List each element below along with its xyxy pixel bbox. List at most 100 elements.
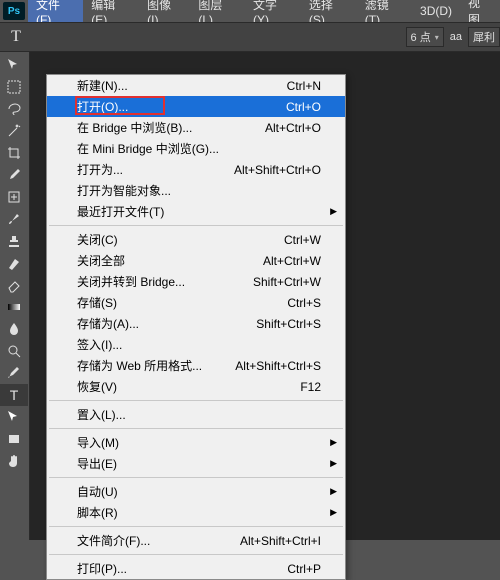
menubar: Ps 文件(F)编辑(E)图像(I)图层(L)文字(Y)选择(S)滤镜(T)3D…: [0, 0, 500, 22]
crop-tool[interactable]: [0, 142, 28, 164]
brush-tool[interactable]: [0, 208, 28, 230]
menu-item[interactable]: 签入(I)...: [47, 334, 345, 355]
menu-dd[interactable]: 3D(D): [412, 0, 460, 22]
submenu-arrow-icon: ▶: [330, 458, 337, 469]
menu-f[interactable]: 文件(F): [28, 0, 83, 22]
menu-shortcut: Ctrl+W: [284, 233, 321, 247]
menu-shortcut: Shift+Ctrl+W: [253, 275, 321, 289]
rect-tool[interactable]: [0, 428, 28, 450]
menu-item-label: 存储(S): [77, 294, 287, 311]
menu-item-label: 打印(P)...: [77, 560, 287, 577]
menu-item-label: 脚本(R): [77, 504, 321, 521]
menu-item-label: 关闭(C): [77, 231, 284, 248]
menu-shortcut: Alt+Ctrl+O: [265, 121, 321, 135]
submenu-arrow-icon: ▶: [330, 437, 337, 448]
stamp-tool[interactable]: [0, 230, 28, 252]
menu-item[interactable]: 关闭全部Alt+Ctrl+W: [47, 250, 345, 271]
menu-item[interactable]: 置入(L)...: [47, 404, 345, 425]
antialias-dropdown[interactable]: 犀利: [468, 27, 500, 47]
eyedrop-tool[interactable]: [0, 164, 28, 186]
menu-item[interactable]: 最近打开文件(T)▶: [47, 201, 345, 222]
menu-item-label: 自动(U): [77, 483, 321, 500]
menu-separator: [49, 400, 343, 401]
menu-item[interactable]: 脚本(R) ▶: [47, 502, 345, 523]
hand-tool[interactable]: [0, 450, 28, 472]
heal-tool[interactable]: [0, 186, 28, 208]
menu-item-label: 存储为(A)...: [77, 315, 256, 332]
menu-item[interactable]: 在 Mini Bridge 中浏览(G)...: [47, 138, 345, 159]
menu-item-label: 关闭并转到 Bridge...: [77, 273, 253, 290]
menu-shortcut: Ctrl+N: [287, 79, 321, 93]
menu-shortcut: Ctrl+O: [286, 100, 321, 114]
menu-item-label: 文件简介(F)...: [77, 532, 240, 549]
app-logo: Ps: [0, 0, 28, 22]
menu-item[interactable]: 关闭并转到 Bridge...Shift+Ctrl+W: [47, 271, 345, 292]
file-menu-dropdown: 新建(N)...Ctrl+N打开(O)...Ctrl+O在 Bridge 中浏览…: [46, 74, 346, 580]
menu-shortcut: Alt+Shift+Ctrl+S: [235, 359, 321, 373]
menu-s[interactable]: 选择(S): [301, 0, 357, 22]
menu-item[interactable]: 存储为(A)...Shift+Ctrl+S: [47, 313, 345, 334]
menu-item[interactable]: 存储(S)Ctrl+S: [47, 292, 345, 313]
menu-item-label: 恢复(V): [77, 378, 300, 395]
options-bar: T 6 点 ▾ aa 犀利: [0, 22, 500, 52]
menu-item[interactable]: 关闭(C)Ctrl+W: [47, 229, 345, 250]
menu-item[interactable]: 存储为 Web 所用格式...Alt+Shift+Ctrl+S: [47, 355, 345, 376]
menu-t[interactable]: 滤镜(T): [357, 0, 412, 22]
menu-separator: [49, 428, 343, 429]
menu-item[interactable]: 新建(N)...Ctrl+N: [47, 75, 345, 96]
menu-item-label: 在 Bridge 中浏览(B)...: [77, 119, 265, 136]
lasso-tool[interactable]: [0, 98, 28, 120]
menu-item[interactable]: 打开(O)...Ctrl+O: [47, 96, 345, 117]
menu-shortcut: Alt+Ctrl+W: [263, 254, 321, 268]
type-tool-icon: T: [4, 25, 28, 49]
menu-shortcut: Shift+Ctrl+S: [256, 317, 321, 331]
menu-separator: [49, 477, 343, 478]
submenu-arrow-icon: ▶: [330, 507, 337, 518]
menu-item-label: 最近打开文件(T): [77, 203, 321, 220]
menu-e[interactable]: 编辑(E): [83, 0, 139, 22]
menu-[interactable]: 视图: [460, 0, 500, 22]
blur-tool[interactable]: [0, 318, 28, 340]
menu-item[interactable]: 导出(E) ▶: [47, 453, 345, 474]
menu-separator: [49, 225, 343, 226]
menu-i[interactable]: 图像(I): [139, 0, 190, 22]
menu-item[interactable]: 文件简介(F)...Alt+Shift+Ctrl+I: [47, 530, 345, 551]
menu-item-label: 置入(L)...: [77, 406, 321, 423]
menu-y[interactable]: 文字(Y): [245, 0, 301, 22]
menu-item-label: 打开(O)...: [77, 98, 286, 115]
menu-shortcut: Ctrl+S: [287, 296, 321, 310]
dodge-tool[interactable]: [0, 340, 28, 362]
menu-item-label: 签入(I)...: [77, 336, 321, 353]
chevron-down-icon: ▾: [435, 33, 439, 42]
submenu-arrow-icon: ▶: [330, 486, 337, 497]
menu-item-label: 打开为智能对象...: [77, 182, 321, 199]
menu-item[interactable]: 打开为智能对象...: [47, 180, 345, 201]
eraser-tool[interactable]: [0, 274, 28, 296]
menu-item[interactable]: 在 Bridge 中浏览(B)...Alt+Ctrl+O: [47, 117, 345, 138]
menu-shortcut: Alt+Shift+Ctrl+O: [234, 163, 321, 177]
menu-item-label: 新建(N)...: [77, 77, 287, 94]
path-tool[interactable]: [0, 406, 28, 428]
menu-item-label: 导出(E): [77, 455, 321, 472]
marquee-tool[interactable]: [0, 76, 28, 98]
wand-tool[interactable]: [0, 120, 28, 142]
gradient-tool[interactable]: [0, 296, 28, 318]
menu-item[interactable]: 恢复(V)F12: [47, 376, 345, 397]
history-tool[interactable]: [0, 252, 28, 274]
menu-item-label: 导入(M): [77, 434, 321, 451]
pen-tool[interactable]: [0, 362, 28, 384]
menu-item[interactable]: 打印(P)...Ctrl+P: [47, 558, 345, 579]
menu-item[interactable]: 自动(U) ▶: [47, 481, 345, 502]
menu-l[interactable]: 图层(L): [190, 0, 245, 22]
menu-item[interactable]: 导入(M) ▶: [47, 432, 345, 453]
menu-item[interactable]: 打开为...Alt+Shift+Ctrl+O: [47, 159, 345, 180]
move-tool[interactable]: [0, 54, 28, 76]
menu-shortcut: Alt+Shift+Ctrl+I: [240, 534, 321, 548]
type-tool[interactable]: T: [0, 384, 28, 406]
tool-palette: T: [0, 52, 30, 540]
antialias-label: aa: [450, 31, 462, 43]
font-size-dropdown[interactable]: 6 点 ▾: [406, 27, 444, 47]
menu-item-label: 在 Mini Bridge 中浏览(G)...: [77, 140, 321, 157]
menu-item-label: 存储为 Web 所用格式...: [77, 357, 235, 374]
menu-separator: [49, 554, 343, 555]
